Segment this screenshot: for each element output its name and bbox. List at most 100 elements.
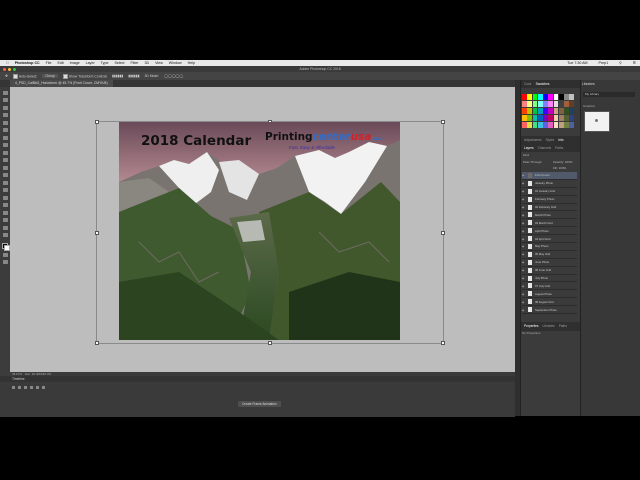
fill-field[interactable]: Fill: 100%	[553, 166, 566, 170]
color-swatches-fg-bg[interactable]	[2, 243, 10, 251]
layer-row[interactable]: ◉ 05 May Grid	[522, 251, 577, 259]
layer-row[interactable]: ◉ 02 February Grid	[522, 204, 577, 212]
color-swatch[interactable]	[522, 121, 527, 128]
color-swatch[interactable]	[548, 121, 553, 128]
color-swatch[interactable]	[548, 107, 553, 115]
screen-mode-icon[interactable]	[2, 260, 8, 264]
search-icon[interactable]: ⚲	[619, 61, 622, 65]
layer-row[interactable]: ◉ January Photo	[522, 180, 577, 188]
color-swatch[interactable]	[537, 94, 543, 101]
tab-channels[interactable]: Channels	[538, 146, 551, 150]
shape-tool-icon[interactable]	[2, 218, 8, 222]
blur-tool-icon[interactable]	[2, 180, 8, 185]
menu-select[interactable]: Select	[114, 61, 124, 65]
color-swatch[interactable]	[558, 107, 564, 115]
color-swatch[interactable]	[532, 94, 538, 101]
menu-help[interactable]: Help	[188, 61, 195, 65]
color-swatch[interactable]	[558, 94, 564, 101]
prev-frame-icon[interactable]	[18, 386, 21, 389]
transform-handle[interactable]	[441, 231, 445, 235]
color-swatch[interactable]	[527, 107, 532, 115]
tab-info[interactable]: Info	[558, 138, 563, 142]
menu-3d[interactable]: 3D	[144, 61, 149, 65]
eye-icon[interactable]: ◉	[522, 261, 527, 264]
menu-list-icon[interactable]: ☰	[633, 61, 636, 65]
eye-icon[interactable]: ◉	[522, 182, 527, 185]
tab-layers[interactable]: Layers	[524, 146, 534, 150]
color-swatch[interactable]	[532, 100, 538, 108]
audio-icon[interactable]	[36, 386, 39, 389]
create-frame-animation-button[interactable]: Create Frame Animation	[238, 401, 281, 407]
tab-color[interactable]: Color	[524, 82, 532, 86]
marquee-tool-icon[interactable]	[2, 98, 8, 102]
color-swatch[interactable]	[527, 100, 532, 108]
layer-row[interactable]: ◉ 07 July Grid	[522, 282, 577, 291]
color-swatch[interactable]	[564, 114, 569, 122]
show-transform-checkbox[interactable]: Show Transform Controls	[62, 73, 107, 79]
eye-icon[interactable]: ◉	[522, 269, 527, 272]
zoom-tool-icon[interactable]	[2, 233, 8, 237]
eraser-tool-icon[interactable]	[2, 165, 8, 170]
move-tool-icon[interactable]: ✥	[5, 74, 8, 78]
color-swatch[interactable]	[543, 121, 548, 128]
color-swatch[interactable]	[532, 114, 538, 122]
distribute-icons[interactable]: ▮▮▮▮▮▮	[128, 74, 139, 78]
blend-mode-select[interactable]: Pass Through	[523, 160, 542, 164]
layer-row[interactable]: ◉ July Photo	[522, 275, 577, 283]
tab-libraries[interactable]: Libraries	[543, 324, 555, 329]
play-icon[interactable]	[24, 386, 27, 389]
eye-icon[interactable]: ◉	[522, 253, 527, 256]
color-swatch[interactable]	[558, 114, 564, 122]
brush-tool-icon[interactable]	[2, 143, 8, 147]
color-swatch[interactable]	[569, 114, 574, 122]
eye-icon[interactable]: ◉	[522, 301, 527, 304]
layer-row[interactable]: ◉ 04 April Grid	[522, 235, 577, 244]
menu-file[interactable]: File	[46, 61, 52, 65]
layer-row[interactable]: ◉ May Photo	[522, 243, 577, 251]
auto-select-checkbox[interactable]: Auto-Select:	[12, 73, 37, 79]
eye-icon[interactable]: ◉	[522, 222, 527, 225]
crop-tool-icon[interactable]	[2, 120, 8, 125]
layer-row[interactable]: ◉ 01 January Grid	[522, 188, 577, 196]
gradient-tool-icon[interactable]	[2, 173, 8, 177]
menu-app[interactable]: Photoshop CC	[15, 61, 40, 65]
tab-adjustments[interactable]: Adjustments	[524, 138, 542, 142]
eye-icon[interactable]: ◉	[522, 309, 527, 312]
color-swatch[interactable]	[553, 114, 559, 122]
color-swatch[interactable]	[564, 94, 569, 101]
eye-icon[interactable]: ◉	[522, 245, 527, 248]
eye-icon[interactable]: ◉	[522, 190, 527, 193]
menu-window[interactable]: Window	[169, 61, 182, 65]
menu-layer[interactable]: Layer	[86, 61, 95, 65]
color-swatch[interactable]	[522, 114, 527, 122]
layer-filter-kind[interactable]: Kind	[523, 153, 529, 157]
color-swatch[interactable]	[543, 114, 548, 122]
color-swatch[interactable]	[553, 107, 559, 115]
layer-row[interactable]: ◉ Front Cover	[522, 172, 577, 180]
color-swatch[interactable]	[522, 94, 527, 101]
library-select[interactable]: My Library	[583, 92, 635, 97]
color-swatch[interactable]	[553, 94, 559, 101]
minimize-window-button[interactable]	[8, 67, 11, 71]
quick-select-tool-icon[interactable]	[2, 113, 8, 117]
first-frame-icon[interactable]	[12, 386, 15, 389]
pen-tool-icon[interactable]	[2, 195, 8, 200]
layer-row[interactable]: ◉ June Photo	[522, 259, 577, 267]
layer-row[interactable]: ◉ 06 June Grid	[522, 267, 577, 275]
color-swatch[interactable]	[537, 100, 543, 108]
group-select[interactable]: Group	[42, 74, 58, 78]
eye-icon[interactable]: ◉	[522, 214, 527, 217]
menu-filter[interactable]: Filter	[130, 61, 138, 65]
color-swatch[interactable]	[543, 107, 548, 115]
layer-row[interactable]: ◉ 03 March Grid	[522, 219, 577, 228]
calendar-cover-image[interactable]: 2018 Calendar Printingcenterusa.com Fast…	[119, 122, 400, 340]
hand-tool-icon[interactable]	[2, 225, 8, 230]
close-window-button[interactable]	[3, 67, 6, 71]
color-swatch[interactable]	[527, 121, 532, 128]
color-swatch[interactable]	[564, 107, 569, 115]
layer-row[interactable]: ◉ February Photo	[522, 196, 577, 204]
eye-icon[interactable]: ◉	[522, 198, 527, 201]
color-swatch[interactable]	[553, 121, 559, 128]
eye-icon[interactable]: ◉	[522, 277, 527, 280]
tab-properties[interactable]: Properties	[524, 324, 539, 329]
